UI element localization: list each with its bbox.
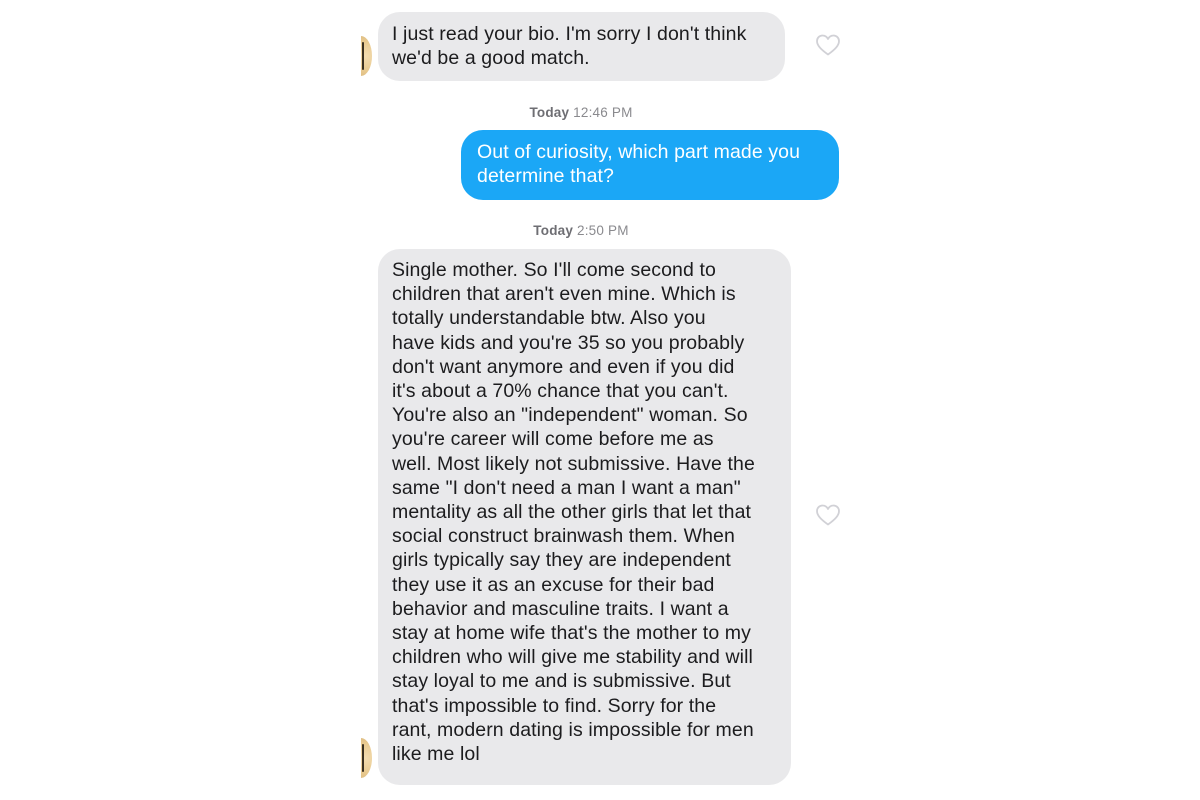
timestamp-day: Today bbox=[529, 105, 570, 120]
message-text: Out of curiosity, which part made you de… bbox=[477, 141, 801, 188]
message-bubble-received[interactable]: Single mother. So I'll come second to ch… bbox=[378, 249, 791, 785]
timestamp-day: Today bbox=[533, 223, 574, 238]
message-bubble-received[interactable]: I just read your bio. I'm sorry I don't … bbox=[378, 12, 785, 81]
contact-avatar[interactable] bbox=[361, 36, 372, 76]
message-text: Single mother. So I'll come second to ch… bbox=[392, 259, 755, 766]
message-timestamp: Today 2:50 PM bbox=[345, 223, 817, 238]
heart-icon[interactable] bbox=[815, 33, 841, 57]
message-text: I just read your bio. I'm sorry I don't … bbox=[392, 23, 747, 70]
heart-icon[interactable] bbox=[815, 503, 841, 527]
message-timestamp: Today 12:46 PM bbox=[345, 105, 817, 120]
contact-avatar[interactable] bbox=[361, 738, 372, 778]
timestamp-time: 12:46 PM bbox=[573, 105, 633, 120]
timestamp-time: 2:50 PM bbox=[577, 223, 629, 238]
chat-conversation: I just read your bio. I'm sorry I don't … bbox=[345, 0, 845, 800]
message-bubble-sent[interactable]: Out of curiosity, which part made you de… bbox=[461, 130, 839, 200]
